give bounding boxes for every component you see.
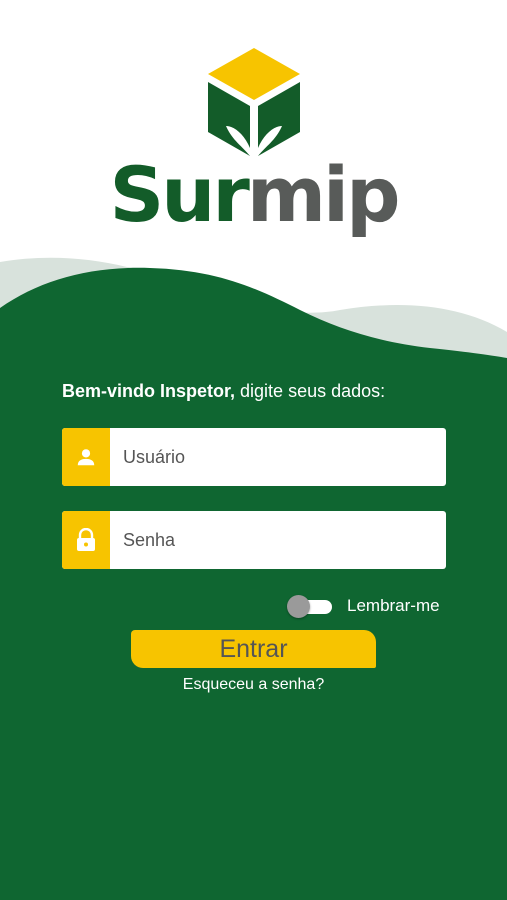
logo-cube-icon bbox=[208, 48, 300, 156]
welcome-rest: digite seus dados: bbox=[235, 381, 386, 401]
remember-me: Lembrar-me bbox=[284, 594, 440, 618]
app-logo: Surmip bbox=[0, 40, 507, 240]
welcome-message: Bem-vindo Inspetor, digite seus dados: bbox=[62, 379, 462, 403]
background-waves bbox=[0, 257, 507, 900]
login-button[interactable]: Entrar bbox=[131, 630, 376, 668]
remember-toggle[interactable] bbox=[284, 595, 332, 618]
password-field[interactable] bbox=[62, 511, 446, 569]
password-input[interactable] bbox=[110, 511, 446, 569]
logo-name-part2: mip bbox=[246, 150, 401, 239]
username-icon-box bbox=[62, 428, 110, 486]
remember-label: Lembrar-me bbox=[347, 596, 440, 615]
lock-icon bbox=[77, 528, 95, 551]
forgot-password-link[interactable]: Esqueceu a senha? bbox=[0, 676, 507, 694]
logo-wordmark: Surmip bbox=[0, 150, 507, 240]
username-field[interactable] bbox=[62, 428, 446, 486]
logo-name-part1: Sur bbox=[109, 150, 250, 239]
username-input[interactable] bbox=[110, 428, 446, 486]
login-screen: Surmip Bem-vindo Inspetor, digite seus d… bbox=[0, 0, 507, 900]
password-icon-box bbox=[62, 511, 110, 569]
welcome-bold: Bem-vindo Inspetor, bbox=[62, 381, 236, 401]
user-icon bbox=[77, 449, 95, 466]
toggle-thumb bbox=[287, 595, 310, 618]
